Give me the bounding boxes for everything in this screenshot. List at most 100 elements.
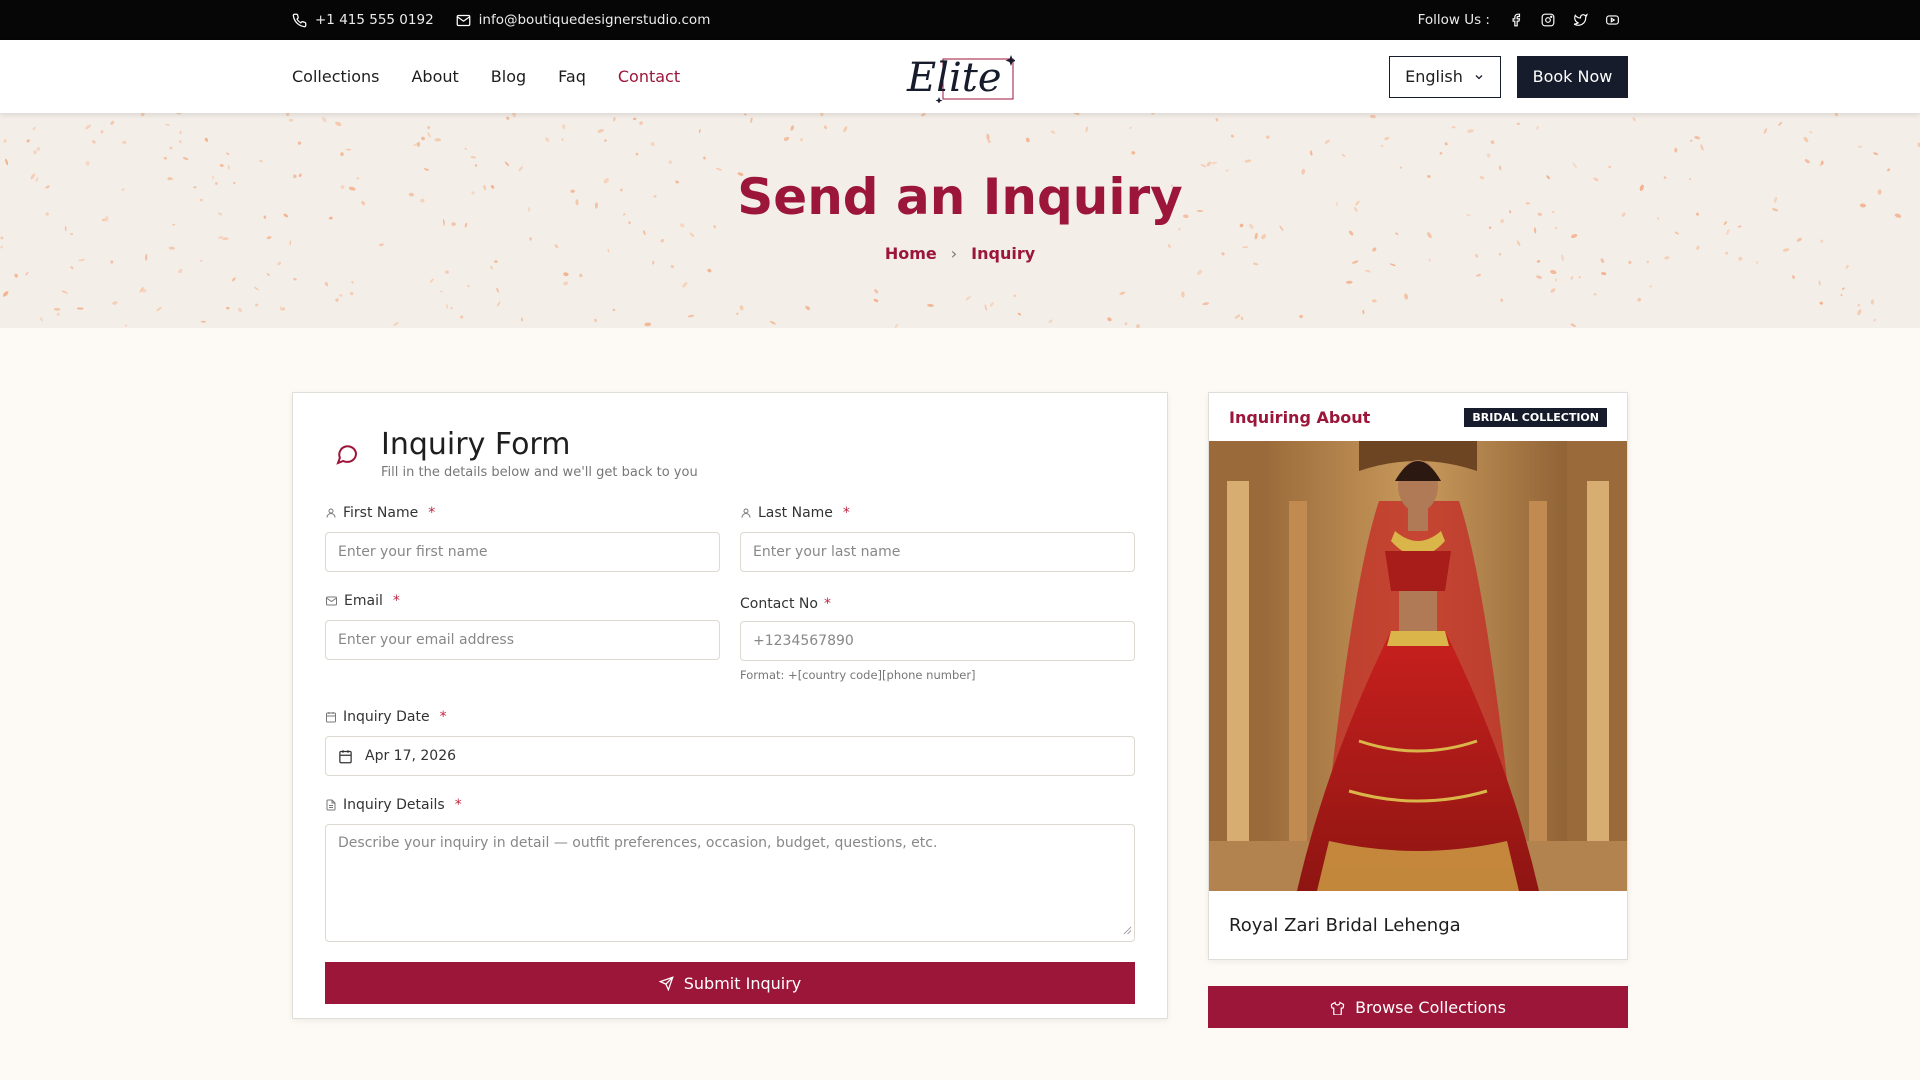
confetti-speck [1354, 206, 1358, 212]
confetti-speck [545, 137, 550, 143]
confetti-speck [25, 271, 29, 276]
confetti-speck [597, 129, 604, 133]
confetti-speck [689, 232, 695, 238]
confetti-speck [335, 121, 342, 127]
confetti-speck [965, 295, 971, 301]
confetti-speck [490, 265, 493, 270]
youtube-icon[interactable] [1596, 13, 1628, 27]
confetti-speck [612, 117, 616, 122]
confetti-speck [259, 160, 264, 163]
confetti-speck [1551, 210, 1555, 214]
confetti-speck [713, 225, 717, 229]
confetti-speck [1755, 261, 1759, 264]
breadcrumb-current: Inquiry [971, 244, 1036, 263]
inquiry-details-textarea[interactable]: Describe your inquiry in detail — outfit… [325, 824, 1135, 942]
main-content: Inquiry Form Fill in the details below a… [0, 328, 1920, 1028]
confetti-speck [1664, 256, 1670, 260]
confetti-speck [1778, 121, 1783, 126]
confetti-speck [1516, 240, 1521, 247]
language-select[interactable]: English [1389, 55, 1501, 98]
nav-contact[interactable]: Contact [618, 67, 680, 86]
facebook-icon[interactable] [1500, 13, 1532, 27]
confetti-speck [1578, 276, 1581, 279]
confetti-speck [40, 317, 43, 322]
confetti-speck [470, 156, 477, 159]
confetti-speck [496, 287, 499, 293]
email-label: Email * [325, 592, 720, 610]
breadcrumb-home[interactable]: Home [885, 244, 937, 263]
svg-text:Elite: Elite [906, 55, 1002, 101]
confetti-speck [1600, 258, 1605, 264]
confetti-speck [1196, 210, 1204, 212]
confetti-speck [1372, 247, 1377, 252]
nav-blog[interactable]: Blog [491, 67, 526, 86]
confetti-speck [1877, 189, 1882, 195]
email-input[interactable]: Enter your email address [325, 620, 720, 660]
confetti-speck [679, 223, 685, 228]
nav-faq[interactable]: Faq [558, 67, 586, 86]
product-name[interactable]: Royal Zari Bridal Lehenga [1209, 891, 1627, 959]
elite-logo[interactable]: Elite [905, 51, 1015, 103]
confetti-speck [1772, 208, 1779, 212]
confetti-speck [1479, 176, 1485, 180]
confetti-speck [612, 308, 616, 312]
browse-collections-button[interactable]: Browse Collections [1208, 986, 1628, 1028]
confetti-speck [298, 173, 302, 177]
confetti-speck [460, 315, 464, 319]
confetti-speck [211, 176, 215, 179]
confetti-speck [179, 140, 182, 144]
confetti-speck [1649, 285, 1652, 288]
twitter-icon[interactable] [1564, 13, 1596, 27]
confetti-speck [1726, 228, 1730, 235]
confetti-speck [434, 138, 442, 142]
confetti-speck [594, 318, 597, 323]
confetti-speck [575, 199, 579, 206]
confetti-speck [1700, 144, 1704, 151]
confetti-speck [467, 284, 470, 288]
confetti-speck [1803, 136, 1809, 143]
confetti-speck [1546, 175, 1550, 180]
confetti-speck [277, 261, 282, 266]
breadcrumb-separator-icon: › [950, 244, 958, 263]
contact-no-input[interactable]: +1234567890 [740, 621, 1135, 661]
confetti-speck [1352, 260, 1359, 264]
confetti-speck [471, 191, 475, 195]
phone-contact[interactable]: +1 415 555 0192 [292, 12, 434, 28]
confetti-speck [1632, 117, 1636, 122]
confetti-speck [442, 219, 445, 226]
resize-handle-icon[interactable] [1123, 923, 1132, 939]
confetti-speck [335, 298, 339, 302]
confetti-speck [144, 253, 148, 261]
email-contact[interactable]: info@boutiquedesignerstudio.com [456, 12, 710, 28]
confetti-speck [707, 268, 712, 273]
confetti-speck [1131, 151, 1136, 155]
confetti-speck [474, 164, 478, 167]
browse-label: Browse Collections [1355, 997, 1506, 1017]
chat-bubble-icon [333, 442, 361, 466]
confetti-speck [340, 152, 344, 156]
instagram-icon[interactable] [1532, 13, 1564, 27]
confetti-speck [494, 260, 498, 263]
inquiry-date-picker[interactable]: Apr 17, 2026 [325, 736, 1135, 776]
book-now-button[interactable]: Book Now [1517, 55, 1628, 98]
last-name-input[interactable]: Enter your last name [740, 532, 1135, 572]
submit-inquiry-button[interactable]: Submit Inquiry [325, 962, 1135, 1004]
confetti-speck [1773, 196, 1778, 203]
confetti-speck [1249, 223, 1254, 229]
confetti-speck [168, 246, 175, 250]
confetti-speck [1723, 221, 1727, 225]
nav-about[interactable]: About [411, 67, 458, 86]
confetti-speck [1857, 145, 1863, 148]
required-marker: * [392, 593, 400, 609]
confetti-speck [603, 178, 609, 184]
confetti-speck [1804, 159, 1810, 164]
confetti-speck [1819, 301, 1824, 305]
confetti-speck [561, 124, 566, 130]
confetti-speck [0, 236, 4, 240]
confetti-speck [483, 184, 487, 191]
mail-icon [325, 595, 338, 607]
confetti-speck [660, 238, 665, 243]
first-name-input[interactable]: Enter your first name [325, 532, 720, 572]
nav-collections[interactable]: Collections [292, 67, 379, 86]
product-image[interactable] [1209, 441, 1627, 891]
